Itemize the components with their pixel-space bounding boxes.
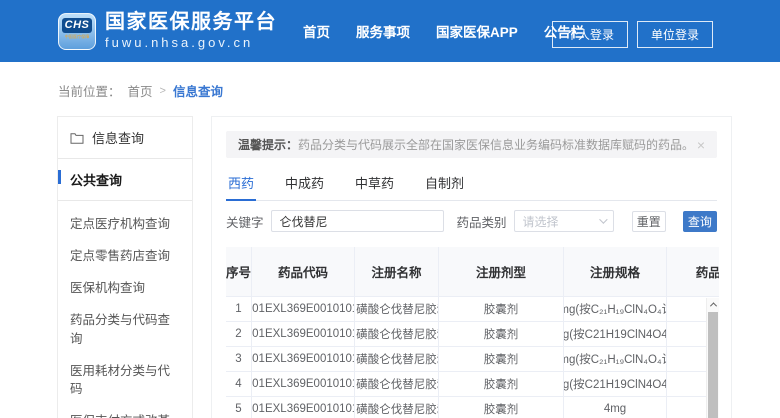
table-row: 2 XL01EXL369E0010101... 甲磺酸仑伐替尼胶囊 胶囊剂 4m… [226,322,719,347]
cell-dosage-form: 胶囊剂 [439,347,564,372]
nav-item-app[interactable]: 国家医保APP [436,21,518,41]
results-table: 序号 药品代码 注册名称 注册剂型 注册规格 药品本位码 1 XL01EXL36… [226,247,719,418]
sidebar-title-label: 信息查询 [92,128,144,147]
cell-dosage-form: 胶囊剂 [439,397,564,418]
cell-registered-name: 甲磺酸仑伐替尼胶囊 [355,372,439,397]
breadcrumb-current[interactable]: 信息查询 [173,81,223,100]
nav-item-home[interactable]: 首页 [303,21,330,41]
cell-dosage-form: 胶囊剂 [439,322,564,347]
table-row: 4 XL01EXL369E0010101... 甲磺酸仑伐替尼胶囊 胶囊剂 4m… [226,372,719,397]
breadcrumb: 当前位置： 首页 > 信息查询 [58,81,780,100]
cell-registered-name: 甲磺酸仑伐替尼胶囊 [355,322,439,347]
cell-drug-code: XL01EXL369E0010101... [252,322,355,347]
cell-specification: 4mg(按C21H19ClN4O4计) [564,372,667,397]
category-select[interactable]: 请选择 [514,210,614,232]
table-row: 3 XL01EXL369E0010101... 甲磺酸仑伐替尼胶囊 胶囊剂 4m… [226,347,719,372]
sidebar-item-drug-code-query[interactable]: 药品分类与代码查询 [58,301,192,351]
content-area: 信息查询 公共查询 定点医疗机构查询 定点零售药店查询 医保机构查询 药品分类与… [57,116,780,418]
brand-block: 国家医保服务平台 fuwu.nhsa.gov.cn [105,12,277,50]
cell-specification: 4mg(按C21H19ClN4O4计) [564,322,667,347]
sidebar-item-medical-consumables[interactable]: 医用耗材分类与代码 [58,352,192,402]
cell-index: 4 [226,372,252,397]
sidebar-section-public-query[interactable]: 公共查询 [58,159,192,200]
sidebar-item-designated-pharmacies[interactable]: 定点零售药店查询 [58,237,192,269]
scrollbar-up-arrow-icon[interactable] [707,298,719,311]
cell-registered-name: 甲磺酸仑伐替尼胶囊 [355,347,439,372]
col-header-drug-standard-code: 药品本位码 [667,247,719,297]
logo-badge-subtext: 中国医疗保障 [65,33,90,40]
unit-login-button[interactable]: 单位登录 [637,21,713,48]
cell-specification: 4mg [564,397,667,418]
cell-registered-name: 甲磺酸仑伐替尼胶囊 [355,297,439,322]
cell-dosage-form: 胶囊剂 [439,372,564,397]
scrollbar-thumb[interactable] [708,312,718,418]
col-header-specification: 注册规格 [564,247,667,297]
category-label: 药品类别 [457,212,507,231]
cell-index: 3 [226,347,252,372]
col-header-drug-code: 药品代码 [252,247,355,297]
query-button[interactable]: 查询 [683,211,717,232]
sidebar-item-insurance-agencies[interactable]: 医保机构查询 [58,269,192,301]
personal-login-button[interactable]: 个人登录 [552,21,628,48]
cell-index: 5 [226,397,252,418]
notice-label: 温馨提示： [238,136,298,153]
site-url: fuwu.nhsa.gov.cn [105,35,277,50]
tab-chinese-patent-medicine[interactable]: 中成药 [283,169,326,200]
drug-type-tabs: 西药 中成药 中草药 自制剂 [226,169,717,201]
site-title: 国家医保服务平台 [105,12,277,32]
table-row: 1 XL01EXL369E0010101... 甲磺酸仑伐替尼胶囊 胶囊剂 4m… [226,297,719,322]
notice-bar: 温馨提示： 药品分类与代码展示全部在国家医保信息业务编码标准数据库赋码的药品。 … [226,131,717,158]
header-nav: 首页 服务事项 国家医保APP 公告栏 [303,21,584,41]
cell-dosage-form: 胶囊剂 [439,297,564,322]
folder-icon [70,132,84,144]
nav-item-services[interactable]: 服务事项 [356,21,410,41]
cell-specification: 4mg(按C₂₁H₁₉ClN₄O₄计) [564,347,667,372]
main-panel: 温馨提示： 药品分类与代码展示全部在国家医保信息业务编码标准数据库赋码的药品。 … [211,116,732,418]
table-scrollbar[interactable] [706,298,719,418]
breadcrumb-separator: > [160,85,166,97]
keyword-input[interactable] [271,210,444,232]
cell-specification: 4mg(按C₂₁H₁₉ClN₄O₄计) [564,297,667,322]
table-row: 5 XL01EXL369E0010101... 甲磺酸仑伐替尼胶囊 胶囊剂 4m… [226,397,719,418]
sidebar-item-payment-reform-cities[interactable]: 医保支付方式改革试点城市 [58,402,192,418]
reset-button[interactable]: 重置 [632,211,666,232]
top-header: CHS 中国医疗保障 国家医保服务平台 fuwu.nhsa.gov.cn 首页 … [0,0,780,62]
chevron-down-icon [599,215,607,223]
cell-drug-code: XL01EXL369E0010101... [252,372,355,397]
tab-chinese-herbal-medicine[interactable]: 中草药 [353,169,396,200]
sidebar: 信息查询 公共查询 定点医疗机构查询 定点零售药店查询 医保机构查询 药品分类与… [57,116,193,418]
sidebar-title-info-query[interactable]: 信息查询 [58,117,192,158]
keyword-label: 关键字 [226,212,264,231]
notice-text: 药品分类与代码展示全部在国家医保信息业务编码标准数据库赋码的药品。 [298,136,694,153]
close-icon[interactable]: × [697,138,705,152]
cell-drug-code: XL01EXL369E0010101... [252,297,355,322]
col-header-registered-name: 注册名称 [355,247,439,297]
cell-drug-code: XL01EXL369E0010101... [252,397,355,418]
breadcrumb-home[interactable]: 首页 [128,81,153,100]
col-header-dosage-form: 注册剂型 [439,247,564,297]
tab-western-medicine[interactable]: 西药 [226,169,256,201]
cell-registered-name: 甲磺酸仑伐替尼胶囊 [355,397,439,418]
sidebar-item-designated-medical-orgs[interactable]: 定点医疗机构查询 [58,205,192,237]
sidebar-menu: 定点医疗机构查询 定点零售药店查询 医保机构查询 药品分类与代码查询 医用耗材分… [58,201,192,418]
breadcrumb-prefix: 当前位置： [58,81,121,100]
cell-index: 2 [226,322,252,347]
login-buttons: 个人登录 单位登录 [552,21,713,48]
category-placeholder: 请选择 [523,213,559,230]
logo-badge-text: CHS [62,18,92,33]
col-header-index: 序号 [226,247,252,297]
cell-index: 1 [226,297,252,322]
chs-logo-icon[interactable]: CHS 中国医疗保障 [58,13,96,50]
search-form: 关键字 药品类别 请选择 重置 查询 [226,210,717,232]
tab-self-made-preparation[interactable]: 自制剂 [423,169,466,200]
table-header-row: 序号 药品代码 注册名称 注册剂型 注册规格 药品本位码 [226,247,719,297]
cell-drug-code: XL01EXL369E0010101... [252,347,355,372]
